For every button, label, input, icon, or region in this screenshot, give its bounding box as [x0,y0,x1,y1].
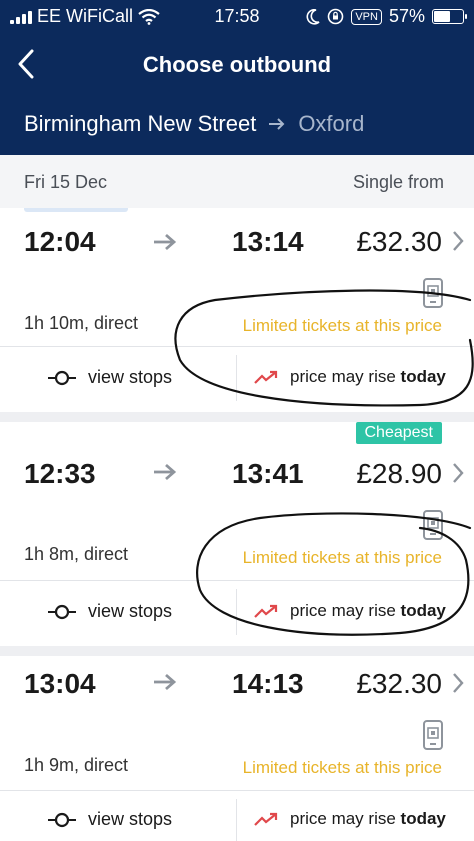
journey-duration: 1h 8m, direct [24,544,129,564]
rotation-lock-icon [328,8,344,25]
price-rise-text: price may rise [290,809,401,828]
chevron-right-icon [453,231,464,251]
card-gap [0,412,474,422]
divider [236,589,237,635]
fare-type-label: Single from [352,172,444,192]
view-stops-link[interactable]: view stops [48,809,172,830]
page-title: Choose outbound [142,52,332,77]
journey-card[interactable]: 12:04 13:14 £32.30 1h 10m, direct Limite… [0,208,474,412]
chevron-right-icon [453,463,464,483]
card-gap [0,646,474,656]
battery-icon [432,9,467,24]
destination-station: Oxford [298,111,365,136]
fare-price: £32.30 [356,668,442,699]
price-rise-notice: price may rise today [254,809,446,829]
stops-icon [48,370,76,385]
journey-arrow-icon [154,463,177,481]
journey-duration: 1h 9m, direct [24,755,129,775]
limited-tickets-notice: Limited tickets at this price [242,758,442,777]
cheapest-badge: Cheapest [355,422,442,444]
mobile-ticket-icon [423,510,443,540]
arrival-time: 13:14 [232,226,304,257]
limited-tickets-notice: Limited tickets at this price [242,316,442,335]
chevron-right-icon [453,673,464,693]
origin-station: Birmingham New Street [24,111,257,136]
price-rise-text: price may rise [290,367,401,386]
trending-up-icon [254,604,278,618]
stops-icon [48,604,76,619]
mobile-ticket-icon [423,720,443,750]
moon-icon [306,8,320,25]
arrival-time: 14:13 [232,668,304,699]
battery-percent: 57% [388,6,425,26]
price-rise-when: today [400,809,446,828]
battery-fill [434,11,450,22]
fare-price: £32.30 [356,226,442,257]
view-stops-label: view stops [88,367,173,387]
journey-actions: view stops price may rise today [0,347,474,409]
departure-time: 12:04 [24,226,96,257]
journey-actions: view stops price may rise today [0,581,474,643]
travel-date: Fri 15 Dec [24,172,108,192]
price-rise-notice: price may rise today [254,367,446,387]
vpn-badge: VPN [351,8,382,25]
departure-time: 12:33 [24,458,96,489]
status-right: VPN 57% [306,6,467,27]
view-stops-link[interactable]: view stops [48,601,172,622]
selection-indicator [24,208,128,212]
nav-bar: Choose outbound [0,40,474,88]
limited-tickets-notice: Limited tickets at this price [242,548,442,567]
trending-up-icon [254,370,278,384]
price-rise-notice: price may rise today [254,601,446,621]
divider [236,799,237,841]
arrival-time: 13:41 [232,458,304,489]
price-rise-when: today [400,601,446,620]
price-rise-text: price may rise [290,601,401,620]
journey-duration: 1h 10m, direct [24,313,139,333]
fare-price: £28.90 [356,458,442,489]
status-bar: EE WiFiCall 17:58 VPN 57% [0,0,474,34]
journey-arrow-icon [154,673,177,691]
view-stops-label: view stops [88,809,173,829]
mobile-ticket-icon [423,278,443,308]
stops-icon [48,812,76,827]
route-arrow-icon [268,117,286,131]
price-rise-when: today [400,367,446,386]
app-header: EE WiFiCall 17:58 VPN 57% Choose outboun… [0,0,474,155]
divider [236,355,237,401]
journey-card[interactable]: 13:04 14:13 £32.30 1h 9m, direct Limited… [0,656,474,841]
departure-time: 13:04 [24,668,96,699]
view-stops-link[interactable]: view stops [48,367,172,388]
trending-up-icon [254,812,278,826]
journey-card[interactable]: Cheapest 12:33 13:41 £28.90 1h 8m, direc… [0,422,474,646]
journey-actions: view stops price may rise today [0,791,474,841]
date-bar: Fri 15 Dec Single from [0,155,474,208]
view-stops-label: view stops [88,601,173,621]
journey-arrow-icon [154,233,177,251]
route-summary: Birmingham New Street Oxford [24,111,364,137]
